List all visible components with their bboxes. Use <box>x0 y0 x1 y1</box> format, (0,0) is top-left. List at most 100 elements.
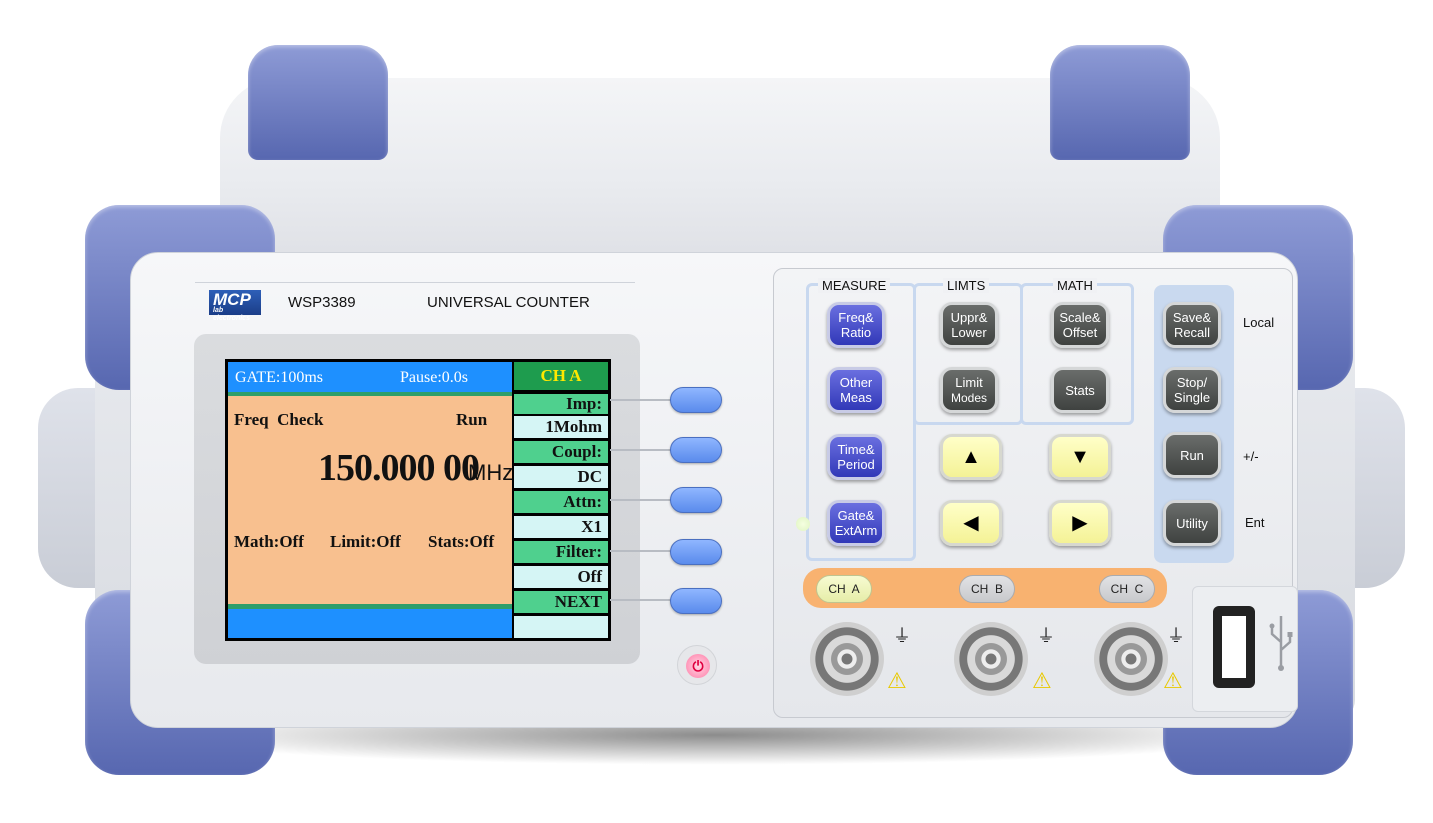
gate-extarm-line1: Gate& <box>837 508 875 523</box>
right-arrow-icon: ▶ <box>1072 511 1088 534</box>
warning-icon-c: ⚠ <box>1163 668 1183 693</box>
stats-key[interactable]: Stats <box>1051 367 1109 413</box>
save-recall-line2: Recall <box>1173 325 1211 340</box>
softkey-button-4[interactable] <box>670 539 722 565</box>
limit-modes-line1: Limit <box>955 374 983 390</box>
softkey-value-imp: 1Mohm <box>514 416 608 438</box>
softkey-value-filter: Off <box>514 566 608 588</box>
utility-key-label: Utility <box>1176 515 1208 531</box>
up-arrow-key[interactable]: ▲ <box>940 434 1002 480</box>
channel-title: CH A <box>514 362 608 390</box>
softkey-button-1[interactable] <box>670 387 722 413</box>
other-meas-line2: Meas <box>840 390 872 405</box>
channel-a-bnc-connector[interactable] <box>810 622 884 696</box>
power-button[interactable]: ⏻ <box>677 645 717 685</box>
softkey-button-3[interactable] <box>670 487 722 513</box>
limit-modes-line2: Modes <box>950 390 988 405</box>
math-group-label: MATH <box>1053 278 1097 293</box>
softkey-line-5 <box>610 599 672 601</box>
channel-b-button[interactable]: CH B <box>959 575 1015 603</box>
softkey-button-5[interactable] <box>670 588 722 614</box>
channel-c-bnc-connector[interactable] <box>1094 622 1168 696</box>
down-arrow-key[interactable]: ▼ <box>1049 434 1111 480</box>
scale-offset-line1: Scale& <box>1059 310 1101 325</box>
limits-group-label: LIMTS <box>943 278 990 293</box>
other-meas-key[interactable]: Other Meas <box>827 367 885 413</box>
ground-icon-b: ⏚ <box>1037 626 1055 646</box>
measure-mode: Freq Check <box>234 410 324 429</box>
usb-port-slot <box>1222 616 1246 678</box>
uppr-lower-key[interactable]: Uppr& Lower <box>940 302 998 348</box>
up-arrow-icon: ▲ <box>961 445 981 468</box>
right-arrow-key[interactable]: ▶ <box>1049 500 1111 546</box>
stop-single-key[interactable]: Stop/Single <box>1163 367 1221 413</box>
stats-status: Stats:Off <box>428 532 495 551</box>
plus-minus-label: +/- <box>1243 449 1259 464</box>
softkey-value-coupl: DC <box>514 466 608 488</box>
pause-time: Pause:0.0s <box>400 369 468 386</box>
save-recall-key[interactable]: Save& Recall <box>1163 302 1221 348</box>
freq-ratio-key[interactable]: Freq& Ratio <box>827 302 885 348</box>
softkey-line-1 <box>610 399 672 401</box>
freq-ratio-line1: Freq& <box>838 310 874 325</box>
stop-single-line2: Single <box>1173 390 1211 405</box>
rear-bumper-left <box>248 45 388 160</box>
softkey-label-filter: Filter: <box>514 541 608 563</box>
softkey-label-attn: Attn: <box>514 491 608 513</box>
limit-status: Limit:Off <box>330 532 401 551</box>
mcp-logo: MCP lab electronics <box>209 290 261 322</box>
measure-group-label: MEASURE <box>818 278 891 293</box>
channel-c-button[interactable]: CH C <box>1099 575 1155 603</box>
logo-subtext: lab electronics <box>213 307 250 322</box>
run-key-label: Run <box>1180 447 1204 463</box>
softkey-button-2[interactable] <box>670 437 722 463</box>
run-state: Run <box>456 410 488 429</box>
frequency-reading: 150.000 00 <box>318 447 480 489</box>
warning-icon-b: ⚠ <box>1032 668 1052 693</box>
down-arrow-icon: ▼ <box>1070 445 1090 468</box>
frequency-unit: MHz <box>468 460 514 485</box>
product-name: UNIVERSAL COUNTER <box>427 294 590 311</box>
brand-line <box>195 282 635 283</box>
time-period-key[interactable]: Time& Period <box>827 434 885 480</box>
channel-b-bnc-connector[interactable] <box>954 622 1028 696</box>
limit-modes-key[interactable]: Limit Modes <box>940 367 998 413</box>
bottom-bar <box>228 609 512 638</box>
channel-c-label: CH C <box>1110 582 1144 596</box>
uppr-lower-line2: Lower <box>951 325 987 340</box>
softkey-label-coupl: Coupl: <box>514 441 608 463</box>
math-status: Math:Off <box>234 532 304 551</box>
softkey-line-3 <box>610 499 672 501</box>
save-recall-line1: Save& <box>1172 310 1212 325</box>
left-arrow-key[interactable]: ◀ <box>940 500 1002 546</box>
ground-icon-c: ⏚ <box>1167 626 1185 646</box>
time-period-line2: Period <box>837 457 875 472</box>
utility-key[interactable]: Utility <box>1163 500 1221 546</box>
time-period-line1: Time& <box>837 442 875 457</box>
status-bar: GATE:100ms Pause:0.0s <box>228 362 512 392</box>
gate-time: GATE:100ms <box>235 369 323 386</box>
stop-single-line1: Stop/ <box>1176 375 1208 390</box>
usb-icon <box>1266 612 1296 672</box>
softkey-value-attn: X1 <box>514 516 608 538</box>
ent-label: Ent <box>1245 515 1265 530</box>
other-meas-line1: Other <box>839 375 873 390</box>
stats-key-label: Stats <box>1065 382 1095 398</box>
softkey-label-imp: Imp: <box>514 394 608 414</box>
softkey-value-next <box>514 616 608 638</box>
usb-port[interactable] <box>1213 606 1255 688</box>
ground-icon-a: ⏚ <box>893 626 911 646</box>
gate-extarm-line2: ExtArm <box>834 523 878 538</box>
measurement-area: Freq Check Run 150.000 00 MHz Math:Off L… <box>228 396 514 604</box>
channel-a-button[interactable]: CH A <box>816 575 872 603</box>
left-arrow-icon: ◀ <box>963 511 979 534</box>
softkey-line-4 <box>610 550 672 552</box>
model-number: WSP3389 <box>288 294 356 311</box>
channel-b-label: CH B <box>970 582 1003 596</box>
softkey-label-next: NEXT <box>514 591 608 613</box>
gate-extarm-key[interactable]: Gate& ExtArm <box>827 500 885 546</box>
local-label: Local <box>1243 315 1275 330</box>
scale-offset-key[interactable]: Scale& Offset <box>1051 302 1109 348</box>
power-icon: ⏻ <box>686 654 710 678</box>
run-key[interactable]: Run <box>1163 432 1221 478</box>
